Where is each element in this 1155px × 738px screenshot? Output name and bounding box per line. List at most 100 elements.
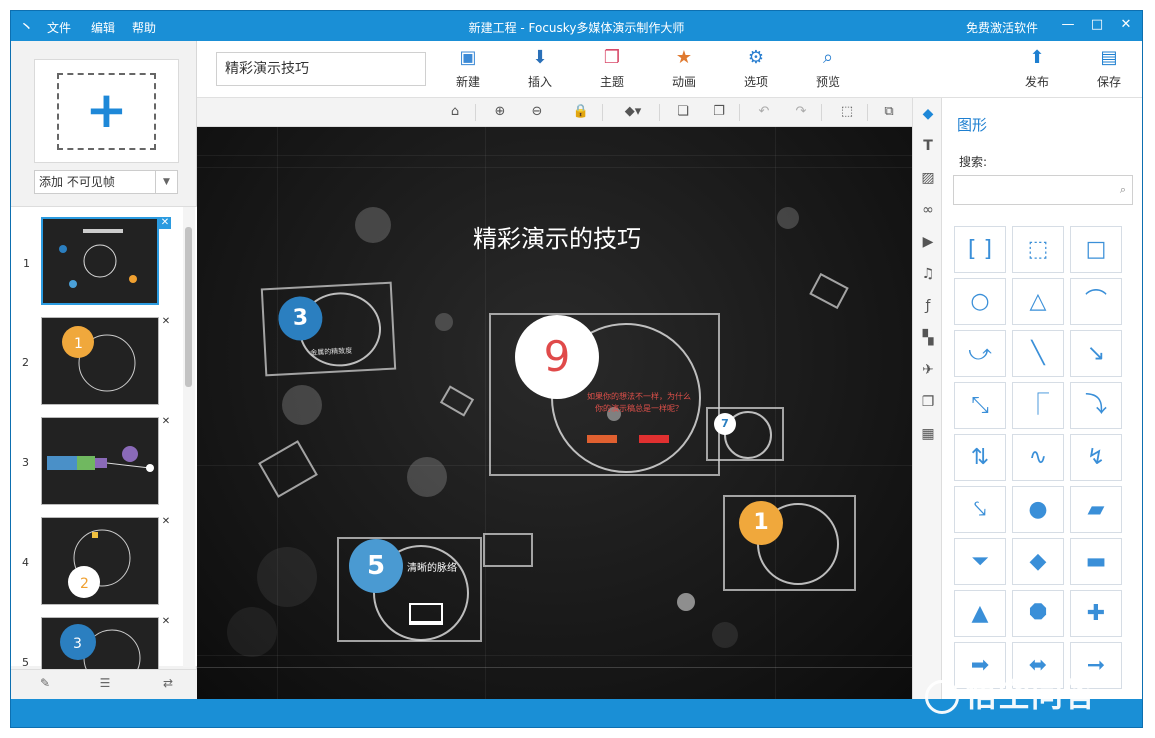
link-tab-icon[interactable]: ∞ bbox=[918, 200, 938, 220]
chevron-down-icon[interactable]: ▼ bbox=[155, 171, 177, 193]
frame-small[interactable] bbox=[483, 533, 533, 567]
select-area-icon[interactable]: ⬚ bbox=[837, 103, 857, 121]
frame-3[interactable]: 3 金属的精致度 bbox=[260, 281, 397, 377]
frame-tilted-small[interactable] bbox=[439, 385, 475, 417]
resource-tabs: ◆ T ▨ ∞ ▶ ♫ ƒ ▚ ✈ ❐ ▦ bbox=[912, 98, 942, 699]
shape-octagon[interactable]: ⯃ bbox=[1012, 590, 1064, 637]
maximize-button[interactable]: □ bbox=[1087, 15, 1107, 35]
search-icon[interactable]: ⌕ bbox=[1120, 183, 1126, 197]
shape-rectangle[interactable]: □ bbox=[1070, 226, 1122, 273]
animation-icon: ★ bbox=[675, 47, 693, 68]
fill-color-icon[interactable]: ◆▾ bbox=[617, 103, 649, 121]
shapes-panel-title: 图形 bbox=[957, 116, 988, 134]
frame-transition-icon[interactable]: ⇄ bbox=[159, 676, 177, 694]
music-tab-icon[interactable]: ♫ bbox=[918, 264, 938, 284]
shape-elbow-arrow[interactable]: ⤵ bbox=[1070, 382, 1122, 429]
animation-button[interactable]: ★ 动画 bbox=[659, 47, 709, 93]
add-frame-button[interactable]: + bbox=[34, 59, 179, 163]
frame-1[interactable]: 1 bbox=[723, 495, 856, 591]
delete-slide-icon[interactable]: ✕ bbox=[160, 416, 172, 428]
theme-button[interactable]: ❐ 主题 bbox=[587, 47, 637, 93]
save-button[interactable]: ▤ 保存 bbox=[1084, 47, 1134, 93]
home-icon[interactable]: ⌂ bbox=[445, 103, 465, 121]
shape-elbow-double-arrow[interactable]: ⇅ bbox=[954, 434, 1006, 481]
shape-zigzag-arrow[interactable]: ⤥ bbox=[954, 486, 1006, 533]
zoom-in-icon[interactable]: ⊕ bbox=[490, 103, 510, 121]
save-icon: ▤ bbox=[1100, 47, 1118, 68]
activate-link[interactable]: 免费激活软件 bbox=[966, 19, 1038, 36]
shape-brackets[interactable]: [ ] bbox=[954, 226, 1006, 273]
shape-double-arrow[interactable]: ⤡ bbox=[954, 382, 1006, 429]
title-bar: ⼂ 文件 编辑 帮助 新建工程 - Focusky多媒体演示制作大师 免费激活软… bbox=[11, 11, 1142, 41]
add-frame-select[interactable]: 添加 不可见帧 ▼ bbox=[34, 170, 178, 194]
frame-9[interactable]: 9 如果你的想法不一样，为什么你的演示稿总是一样呢？ bbox=[489, 313, 720, 476]
shape-s-curve-arrow[interactable]: ↯ bbox=[1070, 434, 1122, 481]
close-button[interactable]: ✕ bbox=[1116, 15, 1136, 35]
plane-tab-icon[interactable]: ✈ bbox=[918, 360, 938, 380]
slide-thumb-3[interactable]: 3 ✕ bbox=[22, 416, 172, 505]
zoom-out-icon[interactable]: ⊖ bbox=[527, 103, 547, 121]
insert-button[interactable]: ⬇ 插入 bbox=[515, 47, 565, 93]
paste-icon[interactable]: ❐ bbox=[709, 103, 729, 121]
flash-tab-icon[interactable]: ƒ bbox=[918, 296, 938, 316]
delete-slide-icon[interactable]: ✕ bbox=[160, 316, 172, 328]
shape-line[interactable]: ╲ bbox=[1012, 330, 1064, 377]
shape-filled-rect[interactable]: ▬ bbox=[1070, 538, 1122, 585]
shape-plus[interactable]: ✚ bbox=[1070, 590, 1122, 637]
frame-tilted-right[interactable] bbox=[809, 272, 849, 310]
shape-filled-circle[interactable]: ● bbox=[1012, 486, 1064, 533]
frame-tilted-left[interactable] bbox=[258, 440, 318, 498]
copy-icon[interactable]: ❏ bbox=[673, 103, 693, 121]
frame-5[interactable]: 5 清晰的脉络 bbox=[337, 537, 482, 642]
shape-circle[interactable]: ○ bbox=[954, 278, 1006, 325]
frame-properties-icon[interactable]: ☰ bbox=[96, 676, 114, 694]
shape-parallelogram[interactable]: ▰ bbox=[1070, 486, 1122, 533]
app-window: ⼂ 文件 编辑 帮助 新建工程 - Focusky多媒体演示制作大师 免费激活软… bbox=[10, 10, 1143, 728]
publish-button[interactable]: ⬆ 发布 bbox=[1012, 47, 1062, 93]
canvas-toolbar: ⌂ ⊕ ⊖ 🔒 ◆▾ ❏ ❐ ↶ ↷ ⬚ ⧉ bbox=[197, 98, 912, 127]
undo-icon[interactable]: ↶ bbox=[754, 103, 774, 121]
lock-icon[interactable]: 🔒 bbox=[571, 103, 591, 121]
shape-arc[interactable]: ⌒ bbox=[1070, 278, 1122, 325]
options-button[interactable]: ⚙ 选项 bbox=[731, 47, 781, 93]
shape-dotted-rect[interactable]: ⬚ bbox=[1012, 226, 1064, 273]
shape-curved-arrow[interactable]: ⤻ bbox=[954, 330, 1006, 377]
delete-slide-icon[interactable]: ✕ bbox=[160, 616, 172, 628]
shape-diamond[interactable]: ◆ bbox=[1012, 538, 1064, 585]
delete-slide-icon[interactable]: ✕ bbox=[159, 217, 171, 229]
layout-tab-icon[interactable]: ▦ bbox=[918, 424, 938, 444]
redo-icon[interactable]: ↷ bbox=[791, 103, 811, 121]
canvas-main-title[interactable]: 精彩演示的技巧 bbox=[473, 219, 641, 254]
preview-button[interactable]: ⌕ 预览 bbox=[803, 47, 853, 93]
image-tab-icon[interactable]: ▨ bbox=[918, 168, 938, 188]
separator bbox=[602, 104, 603, 121]
minimize-button[interactable]: — bbox=[1058, 15, 1078, 35]
delete-slide-icon[interactable]: ✕ bbox=[160, 516, 172, 528]
shape-filled-triangle[interactable]: ▲ bbox=[954, 590, 1006, 637]
frame-7[interactable]: 7 bbox=[706, 407, 784, 461]
slide-preview bbox=[59, 229, 137, 288]
pages-tab-icon[interactable]: ❐ bbox=[918, 392, 938, 412]
shape-trapezoid[interactable]: ⏷ bbox=[954, 538, 1006, 585]
shape-triangle[interactable]: △ bbox=[1012, 278, 1064, 325]
slide-thumb-1[interactable]: 1 ✕ bbox=[23, 217, 171, 305]
text-tab-icon[interactable]: T bbox=[918, 136, 938, 156]
presentation-canvas[interactable]: 精彩演示的技巧 3 金属的精致度 9 如果你的想法不一样，为什么你的演示稿总是一… bbox=[197, 127, 912, 699]
slide-thumb-4[interactable]: 4 ✕ 2 bbox=[22, 516, 172, 605]
search-label: 搜索: bbox=[959, 155, 988, 169]
project-title-input[interactable]: 精彩演示技巧 bbox=[216, 52, 426, 86]
slide-list-scrollbar[interactable] bbox=[183, 207, 195, 667]
scrollbar-thumb[interactable] bbox=[185, 227, 192, 387]
layout-icon[interactable]: ⧉ bbox=[879, 103, 899, 121]
shapes-panel: 图形 搜索: ⌕ [ ] ⬚ □ ○ △ ⌒ ⤻ ╲ ↘ ⤡ ⎾ ⤵ ⇅ ∿ ↯… bbox=[942, 98, 1142, 699]
new-button[interactable]: ▣ 新建 bbox=[443, 47, 493, 93]
shape-elbow[interactable]: ⎾ bbox=[1012, 382, 1064, 429]
video-tab-icon[interactable]: ▶ bbox=[918, 232, 938, 252]
edit-frame-icon[interactable]: ✎ bbox=[36, 676, 54, 694]
shape-tab-icon[interactable]: ◆ bbox=[918, 104, 938, 124]
layer-tab-icon[interactable]: ▚ bbox=[918, 328, 938, 348]
slide-thumb-2[interactable]: 2 ✕ 1 bbox=[22, 316, 172, 405]
shape-search-input[interactable]: ⌕ bbox=[953, 175, 1133, 205]
shape-s-curve[interactable]: ∿ bbox=[1012, 434, 1064, 481]
shape-arrow-line[interactable]: ↘ bbox=[1070, 330, 1122, 377]
